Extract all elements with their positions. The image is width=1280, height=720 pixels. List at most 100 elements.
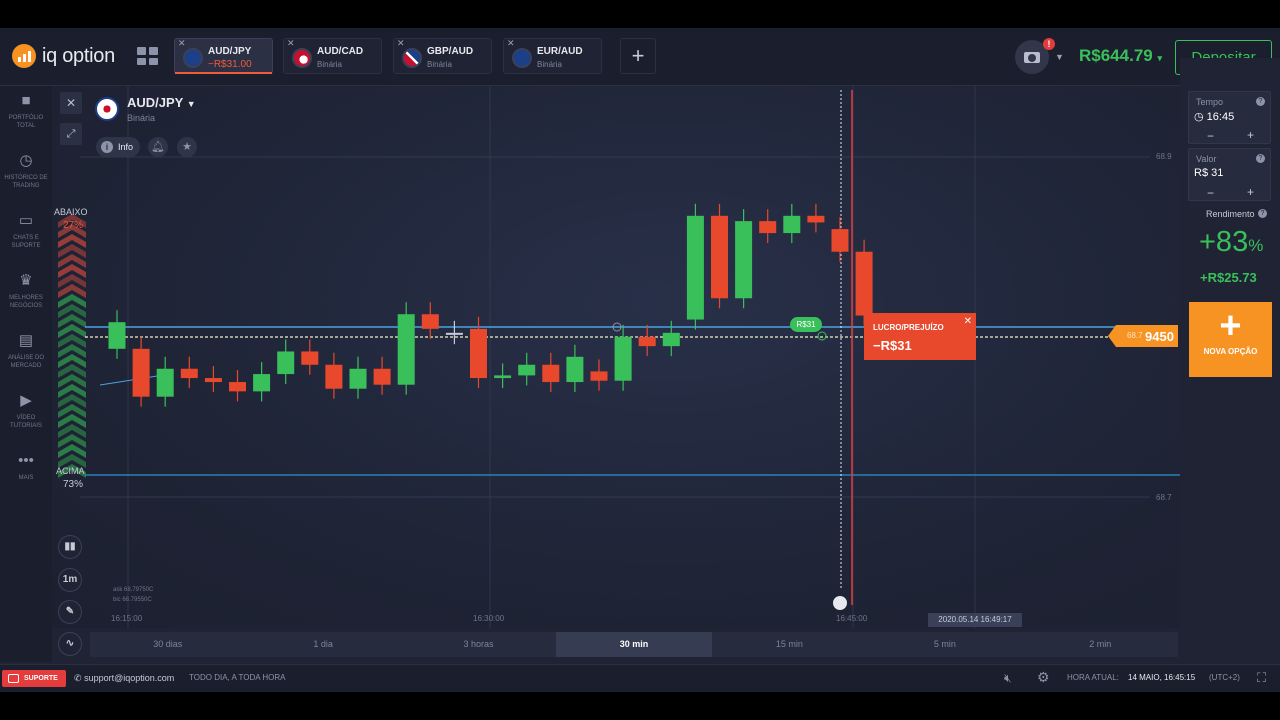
logo[interactable]: iq option <box>12 44 115 68</box>
info-button[interactable]: i Info <box>96 137 140 157</box>
candle <box>204 378 222 383</box>
x-axis-label: 16:45:00 <box>836 614 868 623</box>
sidebar-item-more[interactable]: ••• MAIS <box>0 452 52 482</box>
current-time-label: HORA ATUAL: <box>1067 673 1119 682</box>
timeframe-button[interactable]: 1m <box>58 568 82 592</box>
flag-icon <box>512 48 532 68</box>
chat-icon <box>8 674 19 683</box>
support-email-link[interactable]: ✆ support@iqoption.com <box>74 673 174 684</box>
increase-time-button[interactable]: + <box>1247 128 1254 142</box>
candle <box>807 215 825 223</box>
help-icon[interactable]: ? <box>1256 97 1265 106</box>
timeframe-5-min[interactable]: 5 min <box>867 632 1022 657</box>
candle <box>759 221 777 234</box>
help-icon[interactable]: ? <box>1256 154 1265 163</box>
profit-loss-box[interactable]: LUCRO/PREJUÍZO −R$31 ✕ <box>864 313 976 360</box>
sidebar-item-tutorials[interactable]: ▶ VÍDEO TUTORIAIS <box>0 392 52 430</box>
bell-icon[interactable]: 🔔︎ <box>148 137 168 157</box>
close-icon[interactable]: ✕ <box>964 316 972 327</box>
drawing-tool-icon[interactable]: ✎ <box>58 600 82 624</box>
sidebar-item-analysis[interactable]: ▤ ANÁLISE DO MERCADO <box>0 332 52 370</box>
candlestick-chart[interactable] <box>52 86 1180 628</box>
timeframe-30-min[interactable]: 30 min <box>556 632 712 657</box>
mute-icon[interactable]: 🔇︎ <box>1004 671 1012 686</box>
tab-label: AUD/CAD <box>317 46 364 57</box>
expiry-time-field[interactable]: Tempo ? ◷ 16:45 − + <box>1188 91 1271 144</box>
asset-grid-icon[interactable] <box>132 42 160 70</box>
candle <box>156 368 174 397</box>
expand-icon[interactable]: ⤢ <box>60 123 82 145</box>
timeframe-30-days[interactable]: 30 dias <box>90 632 245 657</box>
trophy-icon: ♛ <box>19 272 33 289</box>
chart-type-icon[interactable]: ▮▮ <box>58 535 82 559</box>
plus-icon: + <box>1219 305 1242 347</box>
candle <box>180 368 198 379</box>
asset-subtitle: Binária <box>127 113 156 123</box>
chevron-down-icon[interactable]: ▼ <box>1055 52 1064 62</box>
timer-icon <box>833 596 847 610</box>
trade-amount-tag[interactable]: R$31 <box>790 317 822 332</box>
sidebar-item-top-deals[interactable]: ♛ MELHORES NEGÓCIOS <box>0 272 52 310</box>
tab-subtitle: Binária <box>427 60 452 69</box>
tab-subtitle: Binária <box>317 60 342 69</box>
help-icon[interactable]: ? <box>1258 209 1267 218</box>
gear-icon[interactable]: ⚙ <box>1037 669 1050 686</box>
indicators-icon[interactable]: ∿ <box>58 632 82 656</box>
candle <box>855 251 873 316</box>
new-option-button[interactable]: + NOVA OPÇÃO <box>1189 302 1272 377</box>
close-tab-icon[interactable]: ✕ <box>507 38 515 49</box>
add-tab-button[interactable]: + <box>620 38 656 74</box>
decrease-time-button[interactable]: − <box>1207 129 1214 143</box>
candle <box>445 332 463 335</box>
candle <box>373 368 391 385</box>
timeframe-1-day[interactable]: 1 dia <box>245 632 400 657</box>
ask-bid-readout: ask 68.79750C bic 68.79550C <box>113 587 154 603</box>
active-tab-indicator <box>175 72 272 74</box>
sidebar-item-chat[interactable]: ▭ CHATS E SUPORTE <box>0 212 52 250</box>
sidebar-item-history[interactable]: ◷ HISTÓRICO DE TRADING <box>0 152 52 190</box>
x-axis-label: 16:30:00 <box>473 614 505 623</box>
timezone: (UTC+2) <box>1209 673 1240 682</box>
trading-app: iq option ✕ AUD/JPY −R$31.00 ✕ AUD/CAD B… <box>0 28 1280 692</box>
candle <box>349 368 367 389</box>
tab-aud-jpy[interactable]: ✕ AUD/JPY −R$31.00 <box>174 38 273 74</box>
analysis-icon: ▤ <box>18 332 34 349</box>
camera-icon[interactable]: ! <box>1015 38 1055 74</box>
tab-eur-aud[interactable]: ✕ EUR/AUD Binária <box>503 38 602 74</box>
candle <box>421 314 439 329</box>
tab-label: GBP/AUD <box>427 46 474 57</box>
tab-aud-cad[interactable]: ✕ AUD/CAD Binária <box>283 38 382 74</box>
asset-selector[interactable]: AUD/JPY ▼ <box>127 95 196 110</box>
y-axis-label: 68.9 <box>1156 152 1172 161</box>
sidebar-item-portfolio[interactable]: ■ PORTFÓLIO TOTAL <box>0 92 52 130</box>
timeframe-15-min[interactable]: 15 min <box>712 632 867 657</box>
candle <box>494 375 512 379</box>
fullscreen-icon[interactable]: ⛶ <box>1257 670 1266 686</box>
candle <box>542 364 560 383</box>
support-button[interactable]: SUPORTE <box>2 670 66 687</box>
close-tab-icon[interactable]: ✕ <box>397 38 405 49</box>
candle <box>662 332 680 347</box>
star-icon[interactable]: ★ <box>177 137 197 157</box>
close-tab-icon[interactable]: ✕ <box>178 38 186 49</box>
clock-icon: ◷ <box>1194 111 1204 123</box>
account-balance[interactable]: R$644.79 ▾ <box>1079 46 1162 66</box>
sentiment-up-label: ACIMA <box>56 466 85 476</box>
close-icon[interactable]: ✕ <box>60 92 82 114</box>
candle <box>301 351 319 365</box>
tab-gbp-aud[interactable]: ✕ GBP/AUD Binária <box>393 38 492 74</box>
flag-icon <box>95 97 119 121</box>
candle <box>638 336 656 347</box>
close-tab-icon[interactable]: ✕ <box>287 38 295 49</box>
logo-text: iq option <box>42 44 115 67</box>
candle <box>325 364 343 389</box>
candle <box>783 215 801 234</box>
timeframe-2-min[interactable]: 2 min <box>1023 632 1178 657</box>
timeframe-3-hours[interactable]: 3 horas <box>401 632 556 657</box>
increase-amount-button[interactable]: + <box>1247 185 1254 199</box>
left-sidebar: ■ PORTFÓLIO TOTAL ◷ HISTÓRICO DE TRADING… <box>0 86 52 662</box>
price-chart[interactable] <box>52 86 1180 628</box>
briefcase-icon: ■ <box>21 92 31 109</box>
decrease-amount-button[interactable]: − <box>1207 186 1214 200</box>
amount-field[interactable]: Valor ? R$ 31 − + <box>1188 148 1271 201</box>
